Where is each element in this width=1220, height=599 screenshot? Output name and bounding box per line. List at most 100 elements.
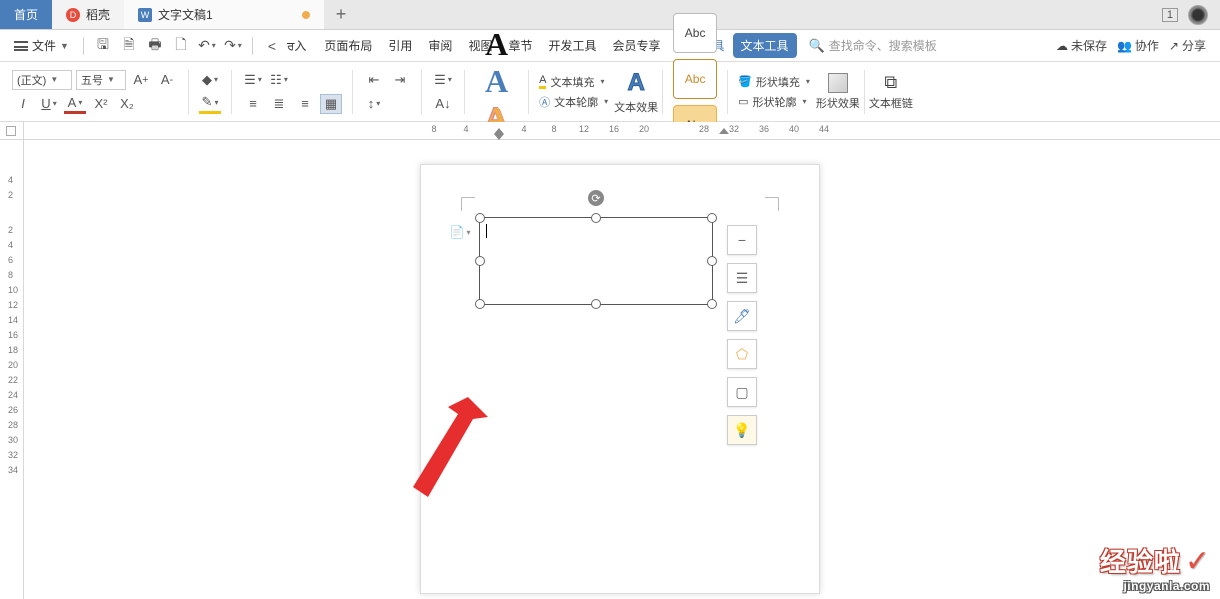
clear-format-button[interactable]: ◆▾ <box>199 70 221 90</box>
resize-handle-se[interactable] <box>707 299 717 309</box>
text-style-a2[interactable]: A <box>475 63 518 100</box>
collab-button[interactable]: 👥协作 <box>1117 37 1159 54</box>
tab-new[interactable]: + <box>324 0 358 29</box>
margin-mark <box>765 197 779 211</box>
ruler-tick: 34 <box>8 465 18 475</box>
text-outline-button[interactable]: Ⓐ文本轮廓▾ <box>539 94 608 110</box>
shape-fill-button[interactable]: 🪣形状填充▾ <box>738 74 810 90</box>
layout-options-icon[interactable]: 📄▾ <box>451 223 469 241</box>
decrease-indent-button[interactable]: ⇤ <box>363 70 385 90</box>
shape-style-2[interactable]: Abc <box>673 59 717 99</box>
number-list-button[interactable]: ☷▾ <box>268 70 290 90</box>
increase-indent-button[interactable]: ⇥ <box>389 70 411 90</box>
resize-handle-ne[interactable] <box>707 213 717 223</box>
grow-font-button[interactable]: A+ <box>130 70 152 90</box>
resize-handle-n[interactable] <box>591 213 601 223</box>
idea-button[interactable]: 💡 <box>727 415 757 445</box>
undo-icon[interactable]: ↶▾ <box>196 35 218 57</box>
ruler-tick: 18 <box>8 345 18 355</box>
size-combo[interactable]: 五号▼ <box>76 70 126 90</box>
shape-outline-button[interactable]: ▭形状轮廓▾ <box>738 94 810 110</box>
align-left-button[interactable]: ≡ <box>242 94 264 114</box>
save-icon[interactable]: 🖫 <box>92 35 114 57</box>
italic-button[interactable]: I <box>12 94 34 114</box>
search-input[interactable]: 🔍 查找命令、搜索模板 <box>809 37 949 54</box>
text-style-a1[interactable]: A <box>475 26 518 63</box>
tab-document[interactable]: W 文字文稿1 <box>124 0 324 29</box>
collab-icon: 👥 <box>1117 39 1132 53</box>
ruler-vertical[interactable]: 4 2 2 4 6 8 10 12 14 16 18 20 22 24 26 2… <box>0 140 24 599</box>
insert-short[interactable]: ਰ入 <box>287 37 306 54</box>
print-icon[interactable]: 🖶 <box>144 35 166 57</box>
page[interactable]: 📄▾ ⟳ − ☰ 🖊 ⬠ ▢ 💡 <box>420 164 820 594</box>
tab-home[interactable]: 首页 <box>0 0 52 29</box>
cloud-icon: ☁ <box>1056 39 1068 53</box>
indent-bottom-icon[interactable] <box>494 134 504 140</box>
tab-reference[interactable]: 引用 <box>380 31 420 60</box>
tab-page-layout[interactable]: 页面布局 <box>316 31 380 60</box>
shape-effect-label: 形状效果 <box>816 95 860 111</box>
insert-nav-icon[interactable]: < <box>261 35 283 57</box>
bullet-list-button[interactable]: ☰▾ <box>242 70 264 90</box>
tab-dev-tools[interactable]: 开发工具 <box>540 31 604 60</box>
style-combo[interactable]: (正文)▼ <box>12 70 72 90</box>
text-direction-button[interactable]: ☰▾ <box>432 70 454 90</box>
resize-handle-s[interactable] <box>591 299 601 309</box>
resize-handle-e[interactable] <box>707 256 717 266</box>
tab-text-tools[interactable]: 文本工具 <box>733 33 797 58</box>
resize-handle-sw[interactable] <box>475 299 485 309</box>
unsaved-button[interactable]: ☁未保存 <box>1056 37 1107 54</box>
share-button[interactable]: ↗分享 <box>1169 37 1206 54</box>
ribbon: (正文)▼ 五号▼ A+ A- I U▾ A▾ X² X₂ ◆▾ ✎▾ ☰▾ ☷… <box>0 62 1220 122</box>
share-label: 分享 <box>1182 37 1206 54</box>
shape-effect-button[interactable]: 形状效果 <box>816 73 860 111</box>
format-brush-button[interactable]: 🖊 <box>727 301 757 331</box>
highlight-shape-button[interactable]: ⬠ <box>727 339 757 369</box>
font-color-button[interactable]: A▾ <box>64 94 86 114</box>
superscript-button[interactable]: X² <box>90 94 112 114</box>
text-frame-link-button[interactable]: ⧉ 文本框链 <box>869 72 913 111</box>
zoom-out-button[interactable]: − <box>727 225 757 255</box>
watermark-text: 经验啦 <box>1100 548 1181 577</box>
resize-handle-w[interactable] <box>475 256 485 266</box>
ruler-tick: 30 <box>8 435 18 445</box>
ruler-tick: 12 <box>579 124 589 134</box>
sort-button[interactable]: A↓ <box>432 94 454 114</box>
watermark-url: jingyanla.com <box>1100 579 1210 593</box>
subscript-button[interactable]: X₂ <box>116 94 138 114</box>
ruler-tick: 26 <box>8 405 18 415</box>
line-spacing-button[interactable]: ↕▾ <box>363 94 385 114</box>
text-box[interactable]: ⟳ <box>479 217 713 305</box>
align-center-button[interactable]: ≣ <box>268 94 290 114</box>
resize-handle-nw[interactable] <box>475 213 485 223</box>
file-menu[interactable]: 文件 ▼ <box>8 34 75 57</box>
redo-icon[interactable]: ↷▾ <box>222 35 244 57</box>
text-fill-button[interactable]: A文本填充▾ <box>539 74 608 90</box>
ruler-tick: 4 <box>8 175 13 185</box>
tab-review[interactable]: 审阅 <box>420 31 460 60</box>
shape-style-1[interactable]: Abc <box>673 13 717 53</box>
check-icon: ✓ <box>1185 545 1210 578</box>
ruler-tick: 32 <box>8 450 18 460</box>
wrap-text-button[interactable]: ☰ <box>727 263 757 293</box>
crop-button[interactable]: ▢ <box>727 377 757 407</box>
word-icon: W <box>138 8 152 22</box>
ruler-horizontal[interactable]: 8 4 4 8 12 16 20 28 32 36 40 44 <box>24 122 1220 140</box>
tab-docer[interactable]: D 稻壳 <box>52 0 124 29</box>
underline-button[interactable]: U▾ <box>38 94 60 114</box>
ruler-tick: 2 <box>8 190 13 200</box>
chevron-down-icon: ▼ <box>60 41 69 51</box>
window-number[interactable]: 1 <box>1162 8 1178 22</box>
align-right-button[interactable]: ≡ <box>294 94 316 114</box>
text-effect-button[interactable]: A 文本效果 <box>614 69 658 115</box>
print-preview-icon[interactable]: 🗋 <box>170 35 192 57</box>
shrink-font-button[interactable]: A- <box>156 70 178 90</box>
rotate-handle[interactable]: ⟳ <box>588 190 604 206</box>
save-as-icon[interactable]: 🗎 <box>118 35 140 57</box>
tab-member[interactable]: 会员专享 <box>604 31 668 60</box>
avatar[interactable] <box>1188 5 1208 25</box>
align-justify-button[interactable]: ▦ <box>320 94 342 114</box>
indent-right-icon[interactable] <box>719 128 729 134</box>
highlight-button[interactable]: ✎▾ <box>199 94 221 114</box>
text-cursor <box>486 224 487 238</box>
